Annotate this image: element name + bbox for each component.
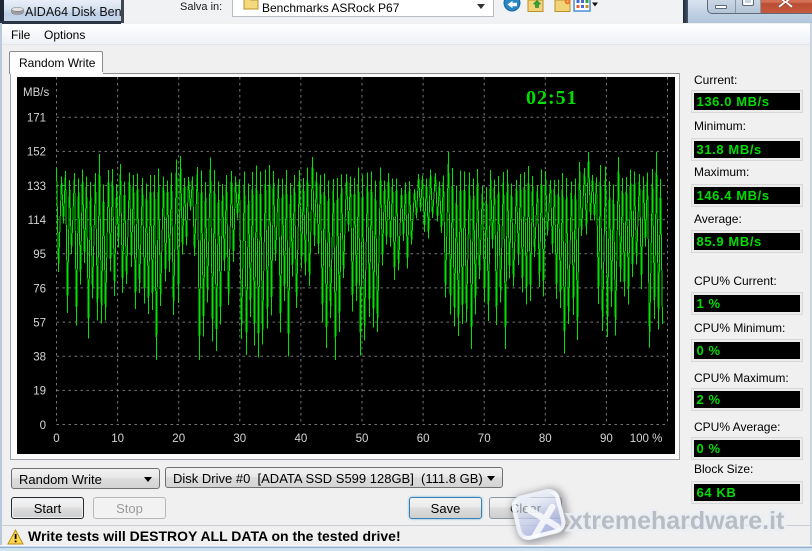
svg-text:30: 30 <box>233 433 246 445</box>
svg-text:38: 38 <box>33 352 46 364</box>
svg-text:80: 80 <box>539 433 552 445</box>
svg-text:70: 70 <box>478 433 491 445</box>
svg-text:76: 76 <box>33 283 46 295</box>
svg-text:171: 171 <box>27 113 46 125</box>
svg-text:50: 50 <box>356 433 369 445</box>
svg-text:133: 133 <box>27 181 46 193</box>
svg-text:0: 0 <box>53 433 59 445</box>
svg-text:90: 90 <box>600 433 613 445</box>
svg-text:57: 57 <box>33 317 46 329</box>
svg-text:0: 0 <box>40 420 46 432</box>
svg-text:10: 10 <box>111 433 124 445</box>
svg-text:40: 40 <box>295 433 308 445</box>
svg-text:100 %: 100 % <box>630 433 663 445</box>
svg-text:19: 19 <box>33 386 46 398</box>
svg-text:MB/s: MB/s <box>23 87 49 99</box>
svg-text:152: 152 <box>27 147 46 159</box>
svg-text:60: 60 <box>417 433 430 445</box>
svg-text:114: 114 <box>28 215 47 227</box>
svg-text:02:51: 02:51 <box>526 87 578 109</box>
svg-text:95: 95 <box>33 249 46 261</box>
svg-text:20: 20 <box>172 433 185 445</box>
